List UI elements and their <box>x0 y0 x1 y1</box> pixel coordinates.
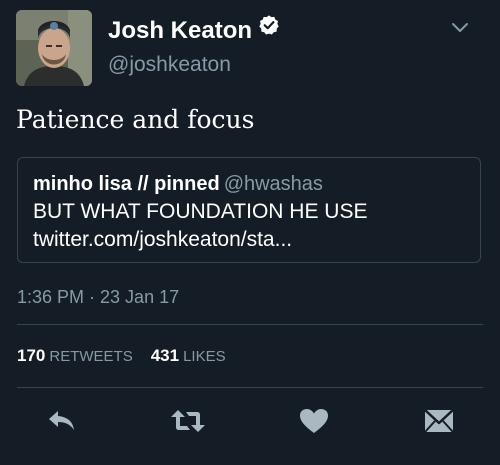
retweets-count: 170 <box>17 346 46 365</box>
display-name-text: Josh Keaton <box>108 17 253 44</box>
likes-label: LIKES <box>183 348 226 365</box>
divider <box>17 324 483 325</box>
quoted-tweet-header: minho lisa // pinned @hwashas <box>33 171 323 197</box>
engagement-stats: 170 RETWEETS 431 LIKES <box>17 344 226 369</box>
user-handle[interactable]: @joshkeaton <box>108 52 231 78</box>
profile-photo <box>16 10 92 86</box>
heart-icon <box>300 409 328 433</box>
avatar[interactable] <box>16 10 92 86</box>
quoted-tweet-text: BUT WHAT FOUNDATION HE USE <box>33 200 368 223</box>
quoted-tweet-link[interactable]: twitter.com/joshkeaton/sta... <box>33 227 292 253</box>
reply-icon <box>49 411 74 430</box>
likes-stat[interactable]: 431 LIKES <box>151 344 226 369</box>
display-name[interactable]: Josh Keaton <box>108 14 280 46</box>
direct-message-icon <box>424 409 454 433</box>
tweet-text: Patience and focus <box>16 105 255 134</box>
retweets-label: RETWEETS <box>49 348 133 365</box>
tweet-timestamp: 1:36 PM · 23 Jan 17 <box>17 287 180 307</box>
tweet-detail: Josh Keaton @joshkeaton Patience and foc… <box>0 0 500 465</box>
verified-badge-icon <box>258 14 280 44</box>
chevron-down-icon[interactable] <box>451 21 469 35</box>
likes-count: 431 <box>150 346 180 365</box>
quoted-tweet[interactable]: minho lisa // pinned @hwashas BUT WHAT FO… <box>17 157 481 263</box>
retweet-icon <box>171 410 205 432</box>
direct-message-button[interactable] <box>421 406 457 436</box>
divider <box>17 387 483 388</box>
retweet-button[interactable] <box>170 406 206 436</box>
retweets-stat[interactable]: 170 RETWEETS <box>17 344 133 369</box>
quoted-author-name: minho lisa // pinned <box>33 173 220 195</box>
like-button[interactable] <box>296 406 332 436</box>
quoted-author-handle: @hwashas <box>223 173 323 195</box>
reply-button[interactable] <box>44 406 80 436</box>
